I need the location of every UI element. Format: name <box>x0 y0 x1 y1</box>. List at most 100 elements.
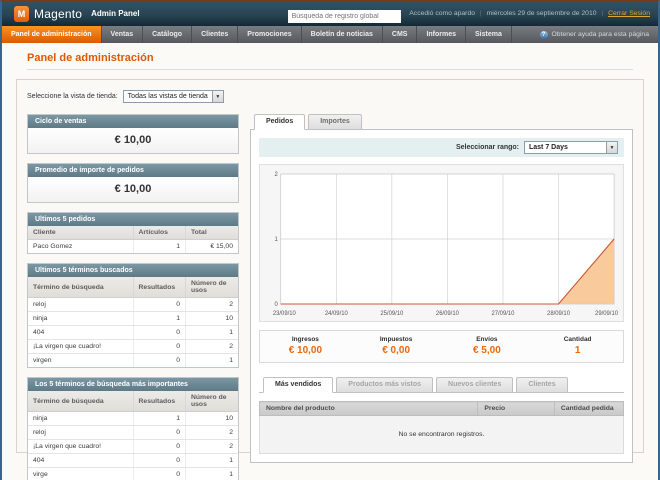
session-user-text: Accedió como apardo <box>409 10 475 17</box>
svg-text:29/09/10: 29/09/10 <box>595 311 619 317</box>
help-icon: ? <box>540 31 548 39</box>
nav-item-clientes[interactable]: Clientes <box>192 26 238 43</box>
table-row[interactable]: reloj 0 2 <box>28 426 238 440</box>
range-select[interactable]: Last 7 Days ▼ <box>524 141 618 154</box>
search-uses: 2 <box>186 340 239 354</box>
table-row[interactable]: ninja 1 10 <box>28 412 238 426</box>
search-results: 0 <box>133 354 186 368</box>
column-header: Número de usos <box>186 391 239 412</box>
logout-link[interactable]: Cerrar Sesión <box>608 10 650 17</box>
tab-nuevos-clientes[interactable]: Nuevos clientes <box>436 377 513 392</box>
nav-item-dashboard[interactable]: Panel de administración <box>2 26 102 43</box>
magento-logo: M Magento Admin Panel <box>14 6 140 22</box>
metric-value: 1 <box>532 345 623 356</box>
tab-mas-vendidos[interactable]: Más vendidos <box>263 377 333 393</box>
table-row[interactable]: Paco Gomez 1 € 15,00 <box>28 240 238 254</box>
top-header-bar: M Magento Admin Panel Accedió como apard… <box>2 1 658 26</box>
svg-text:24/09/10: 24/09/10 <box>325 311 349 317</box>
stats-sidebar: Ciclo de ventas € 10,00 Promedio de impo… <box>27 114 239 480</box>
nav-item-cms[interactable]: CMS <box>383 26 418 43</box>
average-orders-title: Promedio de importe de pedidos <box>28 164 238 177</box>
chart-panel: Seleccionar rango: Last 7 Days ▼ 01223/0… <box>250 130 633 463</box>
tab-clientes[interactable]: Clientes <box>516 377 567 392</box>
magento-logo-icon: M <box>14 6 29 22</box>
column-header: Cantidad pedida <box>554 402 623 416</box>
top-search-box: Los 5 términos de búsqueda más important… <box>27 377 239 480</box>
table-row[interactable]: ninja 1 10 <box>28 312 238 326</box>
column-header: Artículos <box>133 226 186 240</box>
global-search-input[interactable] <box>288 10 401 23</box>
search-term: ¡La virgen que cuadro! <box>28 440 133 454</box>
chevron-down-icon: ▼ <box>606 142 617 153</box>
search-uses: 2 <box>186 298 239 312</box>
store-view-value: Todas las vistas de tienda <box>124 91 212 102</box>
svg-text:2: 2 <box>275 172 278 178</box>
tab-importes[interactable]: Importes <box>308 114 362 129</box>
nav-item-promociones[interactable]: Promociones <box>238 26 301 43</box>
search-results: 0 <box>133 440 186 454</box>
main-navigation: Panel de administración Ventas Catálogo … <box>2 26 658 43</box>
magento-admin-page: M Magento Admin Panel Accedió como apard… <box>0 0 660 480</box>
search-results: 0 <box>133 454 186 468</box>
metrics-row: Ingresos € 10,00 Impuestos € 0,00 Envíos… <box>259 330 624 363</box>
svg-text:1: 1 <box>275 237 279 243</box>
nav-item-catalogo[interactable]: Catálogo <box>143 26 192 43</box>
chevron-down-icon: ▼ <box>212 91 223 102</box>
metric-value: € 10,00 <box>260 345 351 356</box>
range-toolbar: Seleccionar rango: Last 7 Days ▼ <box>259 138 624 157</box>
tab-pedidos[interactable]: Pedidos <box>254 114 305 130</box>
search-term: ninja <box>28 412 133 426</box>
page-title: Panel de administración <box>27 52 633 64</box>
last-search-table: Término de búsqueda Resultados Número de… <box>28 277 238 367</box>
table-row[interactable]: reloj 0 2 <box>28 298 238 312</box>
lifetime-sales-box: Ciclo de ventas € 10,00 <box>27 114 239 154</box>
order-total: € 15,00 <box>186 240 239 254</box>
table-row[interactable]: ¡La virgen que cuadro! 0 2 <box>28 340 238 354</box>
table-row[interactable]: 404 0 1 <box>28 326 238 340</box>
svg-text:25/09/10: 25/09/10 <box>380 311 404 317</box>
last-orders-title: Ultimos 5 pedidos <box>28 213 238 226</box>
store-view-select[interactable]: Todas las vistas de tienda ▼ <box>123 90 224 103</box>
metric-ingresos: Ingresos € 10,00 <box>260 336 351 356</box>
nav-item-ventas[interactable]: Ventas <box>102 26 144 43</box>
search-term: ninja <box>28 312 133 326</box>
store-view-row: Seleccione la vista de tienda: Todas las… <box>27 90 633 103</box>
search-uses: 10 <box>186 312 239 326</box>
global-search <box>288 5 401 23</box>
metric-label: Cantidad <box>532 336 623 343</box>
search-results: 0 <box>133 468 186 480</box>
search-uses: 10 <box>186 412 239 426</box>
content-area: Panel de administración Seleccione la vi… <box>2 43 658 453</box>
help-link[interactable]: ? Obtener ayuda para esta página <box>540 26 659 43</box>
search-uses: 1 <box>186 326 239 340</box>
search-term: ¡La virgen que cuadro! <box>28 340 133 354</box>
metric-envios: Envíos € 5,00 <box>442 336 533 356</box>
search-results: 1 <box>133 412 186 426</box>
average-orders-box: Promedio de importe de pedidos € 10,00 <box>27 163 239 203</box>
nav-item-sistema[interactable]: Sistema <box>466 26 512 43</box>
nav-item-informes[interactable]: Informes <box>417 26 466 43</box>
orders-chart: 01223/09/1024/09/1025/09/1026/09/1027/09… <box>263 168 620 318</box>
nav-item-boletin[interactable]: Boletín de noticias <box>302 26 383 43</box>
search-results: 0 <box>133 326 186 340</box>
tab-productos-mas-vistos[interactable]: Productos más vistos <box>336 377 433 392</box>
table-row[interactable]: virge 0 1 <box>28 468 238 480</box>
title-divider <box>27 69 633 70</box>
table-row[interactable]: ¡La virgen que cuadro! 0 2 <box>28 440 238 454</box>
search-uses: 1 <box>186 354 239 368</box>
table-row[interactable]: virgen 0 1 <box>28 354 238 368</box>
search-term: 404 <box>28 454 133 468</box>
metric-label: Ingresos <box>260 336 351 343</box>
table-row[interactable]: 404 0 1 <box>28 454 238 468</box>
search-uses: 1 <box>186 454 239 468</box>
metric-impuestos: Impuestos € 0,00 <box>351 336 442 356</box>
search-term: virge <box>28 468 133 480</box>
range-label: Seleccionar rango: <box>456 144 519 151</box>
metric-value: € 5,00 <box>442 345 533 356</box>
svg-text:26/09/10: 26/09/10 <box>436 311 460 317</box>
column-header: Término de búsqueda <box>28 391 133 412</box>
search-results: 0 <box>133 340 186 354</box>
search-term: reloj <box>28 426 133 440</box>
metric-cantidad: Cantidad 1 <box>532 336 623 356</box>
search-results: 1 <box>133 312 186 326</box>
